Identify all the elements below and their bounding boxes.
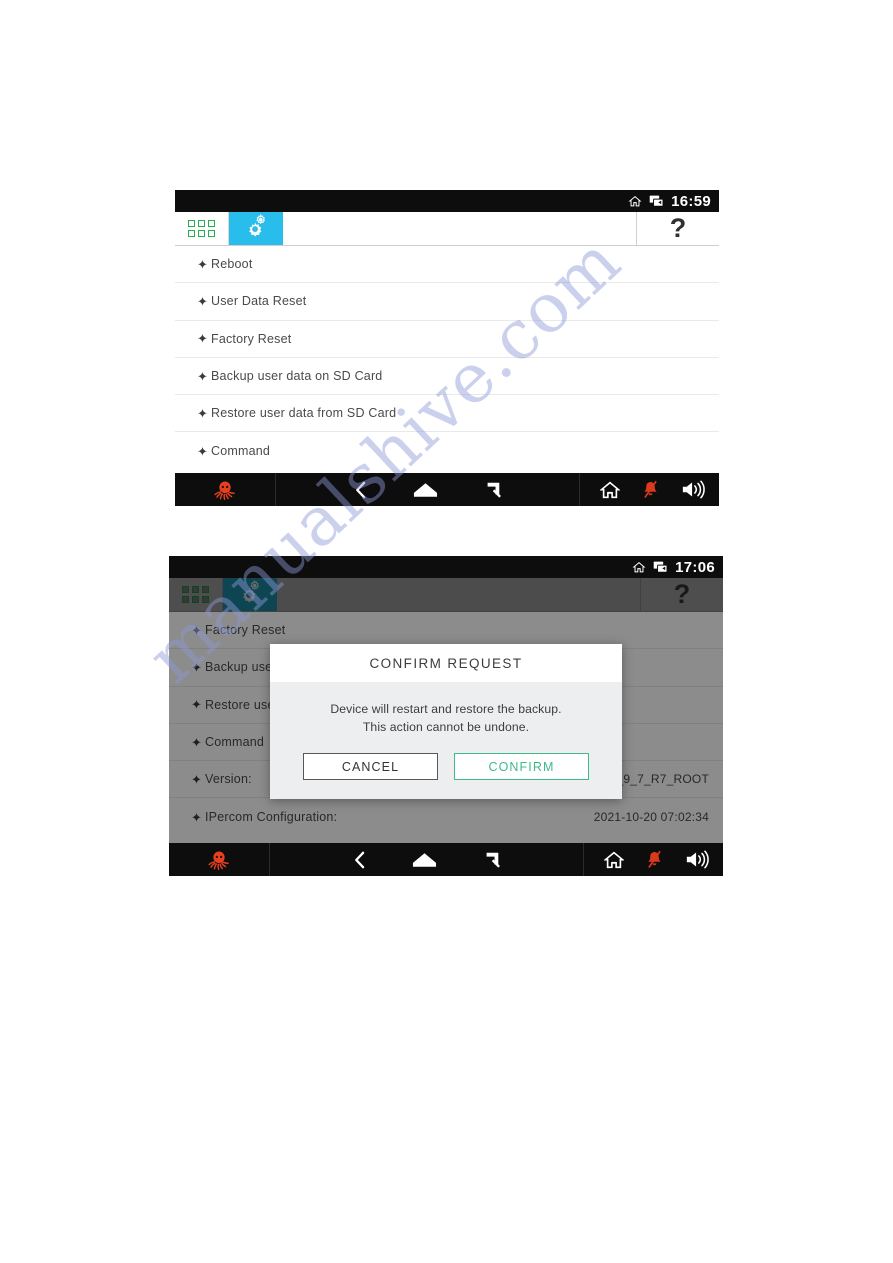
dialog-actions: CANCEL CONFIRM (270, 736, 622, 799)
cast-screen-icon (649, 195, 664, 208)
status-clock: 16:59 (671, 192, 711, 210)
home-pentagon-icon[interactable] (413, 482, 438, 498)
list-item[interactable]: ✦ Backup user data on SD Card (175, 358, 719, 396)
dialog-body: Device will restart and restore the back… (270, 682, 622, 736)
house-outline-icon[interactable] (600, 481, 620, 499)
tab-strip-filler (277, 578, 641, 611)
tab-strip: ? (169, 578, 723, 612)
gear-icon (243, 213, 269, 243)
list-item-label: Restore user data from SD Card (211, 406, 397, 421)
device-screen-confirm-dialog: 17:06 ? ✦ Factory Reset ✦ Backup user ✦ … (169, 556, 723, 876)
bullet-icon: ✦ (191, 622, 202, 638)
tab-strip: ? (175, 212, 719, 246)
navigation-bar (175, 473, 719, 506)
speaker-volume-icon[interactable] (681, 480, 705, 499)
gear-icon (237, 579, 263, 609)
list-item-label: IPercom Configuration: (205, 810, 338, 825)
dialog-message-line-2: This action cannot be undone. (362, 719, 530, 734)
home-icon (632, 561, 646, 574)
cancel-button[interactable]: CANCEL (303, 753, 438, 781)
tab-apps[interactable] (169, 578, 223, 611)
navigation-bar (169, 843, 723, 876)
list-item-label: Factory Reset (205, 623, 286, 638)
home-icon (628, 195, 642, 208)
bullet-icon: ✦ (191, 734, 202, 750)
apps-grid-icon (188, 220, 215, 237)
question-mark-icon: ? (669, 213, 687, 243)
bell-muted-icon[interactable] (642, 480, 659, 499)
speaker-volume-icon[interactable] (685, 850, 709, 869)
bullet-icon: ✦ (197, 443, 208, 459)
list-item-label: Version: (205, 772, 252, 787)
device-screen-settings-list: 16:59 ? ✦ Reboot ✦ User Data Reset ✦ Fac… (175, 190, 719, 506)
list-item-label: Command (211, 444, 271, 459)
dialog-title: CONFIRM REQUEST (270, 644, 622, 682)
cast-screen-icon (653, 561, 668, 574)
list-item-label: User Data Reset (211, 294, 307, 309)
navigation-buttons (270, 851, 583, 869)
octopus-logo-icon[interactable] (169, 843, 270, 876)
status-bar: 17:06 (169, 556, 723, 578)
help-button[interactable]: ? (637, 212, 719, 245)
question-mark-icon: ? (673, 579, 691, 609)
bullet-icon: ✦ (191, 809, 202, 825)
home-pentagon-icon[interactable] (412, 852, 437, 868)
list-item[interactable]: ✦ Command (175, 432, 719, 469)
tab-apps[interactable] (175, 212, 229, 245)
bullet-icon: ✦ (197, 368, 208, 384)
recent-apps-icon[interactable] (483, 851, 501, 869)
tab-strip-filler (283, 212, 637, 245)
status-bar: 16:59 (175, 190, 719, 212)
settings-list: ✦ Reboot ✦ User Data Reset ✦ Factory Res… (175, 246, 719, 470)
apps-grid-icon (182, 586, 209, 603)
list-item[interactable]: ✦ User Data Reset (175, 283, 719, 321)
back-chevron-icon[interactable] (354, 481, 367, 499)
status-clock: 17:06 (675, 558, 715, 576)
confirm-dialog: CONFIRM REQUEST Device will restart and … (270, 644, 622, 800)
back-chevron-icon[interactable] (353, 851, 366, 869)
bullet-icon: ✦ (197, 405, 208, 421)
list-item-label: Command (205, 735, 265, 750)
house-outline-icon[interactable] (604, 851, 624, 869)
tab-settings[interactable] (223, 578, 277, 611)
bullet-icon: ✦ (197, 331, 208, 347)
octopus-logo-icon[interactable] (175, 473, 276, 506)
list-item-label: Reboot (211, 257, 253, 272)
recent-apps-icon[interactable] (484, 481, 502, 499)
bullet-icon: ✦ (191, 771, 202, 787)
navigation-status-buttons (583, 843, 723, 876)
dialog-message-line-1: Device will restart and restore the back… (330, 702, 562, 716)
help-button[interactable]: ? (641, 578, 723, 611)
list-item[interactable]: ✦ Factory Reset (175, 321, 719, 358)
list-item-value: 2021-10-20 07:02:34 (593, 810, 709, 825)
list-item[interactable]: ✦ Reboot (175, 246, 719, 284)
bullet-icon: ✦ (191, 697, 202, 713)
bullet-icon: ✦ (197, 293, 208, 309)
navigation-buttons (276, 481, 579, 499)
list-item[interactable]: ✦ Restore user data from SD Card (175, 395, 719, 433)
bullet-icon: ✦ (191, 659, 202, 675)
list-item-label: Factory Reset (211, 331, 292, 346)
navigation-status-buttons (579, 473, 719, 506)
list-item[interactable]: ✦ IPercom Configuration: 2021-10-20 07:0… (169, 798, 723, 835)
list-item-label: Backup user data on SD Card (211, 369, 383, 384)
bell-muted-icon[interactable] (646, 850, 663, 869)
bullet-icon: ✦ (197, 256, 208, 272)
tab-settings[interactable] (229, 212, 283, 245)
confirm-button[interactable]: CONFIRM (454, 753, 589, 781)
